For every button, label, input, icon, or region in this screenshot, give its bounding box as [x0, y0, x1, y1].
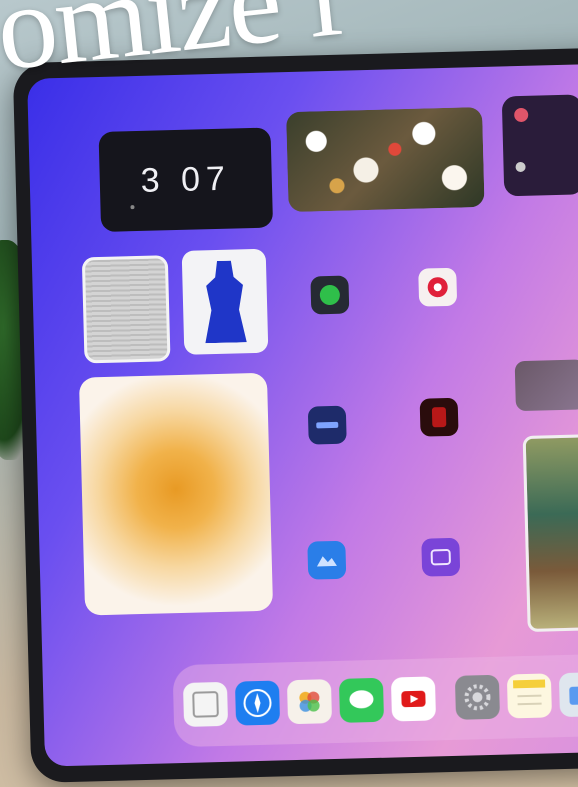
blue-app-icon [316, 556, 337, 567]
home-screen: 3 07 [27, 63, 578, 767]
quote-widget[interactable] [78, 372, 274, 616]
app-red[interactable] [419, 397, 459, 437]
calendar-icon [192, 691, 219, 718]
clock-widget[interactable]: 3 07 [98, 127, 274, 232]
dock-notes[interactable] [506, 673, 552, 719]
clock-time: 3 07 [140, 159, 232, 200]
music-icon [514, 107, 529, 123]
app-news[interactable] [307, 405, 347, 445]
art-photo-widget[interactable] [181, 248, 269, 355]
messages-icon [349, 690, 374, 709]
news-app-icon [316, 421, 339, 429]
safari-icon [243, 689, 272, 718]
messages-icon [319, 285, 340, 306]
painting-widget[interactable] [522, 434, 578, 632]
pinterest-icon [427, 277, 448, 298]
photos-icon [299, 691, 320, 712]
blue-figure-image [201, 260, 249, 343]
youtube-icon [401, 690, 426, 708]
dock-photos[interactable] [286, 679, 333, 725]
app-pinterest[interactable] [418, 267, 458, 307]
app-blue[interactable] [307, 540, 347, 580]
app-purple[interactable] [421, 537, 461, 577]
notes-icon [513, 679, 546, 706]
photo-widget-small[interactable] [514, 359, 578, 412]
files-icon [569, 686, 578, 705]
dock-calendar[interactable] [182, 681, 229, 727]
settings-icon [464, 684, 491, 711]
clock-indicator [130, 205, 135, 210]
dock-safari[interactable] [234, 680, 281, 726]
dock-settings[interactable] [454, 674, 501, 720]
purple-app-icon [430, 549, 451, 566]
dock [172, 652, 578, 748]
dock-youtube[interactable] [390, 676, 437, 722]
newspaper-photo-widget[interactable] [81, 255, 171, 364]
quote-text [121, 464, 231, 467]
music-widget[interactable] [501, 94, 578, 197]
photo-widget[interactable] [286, 106, 485, 213]
red-app-icon [431, 407, 447, 428]
dock-files[interactable] [558, 671, 578, 718]
app-messages[interactable] [310, 275, 350, 315]
dock-messages[interactable] [338, 677, 385, 723]
widget-indicator [515, 161, 526, 173]
ipad-device: 3 07 [12, 47, 578, 783]
